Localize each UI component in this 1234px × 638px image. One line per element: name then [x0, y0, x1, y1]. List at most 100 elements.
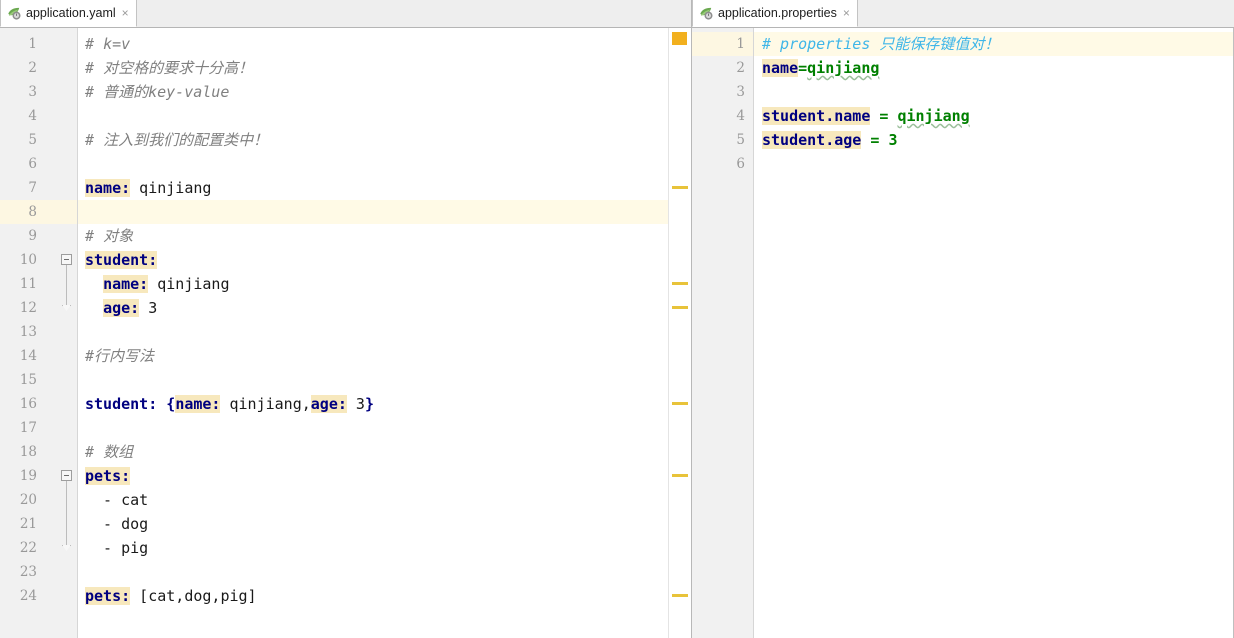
code-token-key: name: [103, 275, 149, 293]
line-number: 8 [28, 204, 37, 220]
code-line[interactable]: name=qinjiang [754, 56, 879, 80]
code-token-val [85, 275, 103, 293]
fold-end-icon[interactable] [62, 305, 71, 311]
code-token-comment: # [85, 227, 104, 245]
code-content-properties[interactable]: # properties 只能保存键值对！ name=qinjiang studen… [754, 28, 1234, 638]
tabbar-empty-space [857, 0, 1234, 27]
line-number: 1 [736, 36, 745, 52]
code-line[interactable] [78, 320, 85, 344]
code-line[interactable]: # 数组 [78, 440, 133, 464]
code-token-key: pets: [85, 587, 131, 605]
tab-application-yaml[interactable]: application.yaml × [0, 0, 137, 27]
code-token-comment: # [85, 35, 104, 53]
code-token-comment: # [85, 347, 95, 365]
code-line[interactable] [78, 104, 85, 128]
line-number: 2 [736, 60, 745, 76]
code-token-key: student: [85, 251, 158, 269]
code-line[interactable]: pets: [78, 464, 131, 488]
code-line[interactable]: student.age = 3 [754, 128, 897, 152]
code-editor-properties[interactable]: 123456 # properties 只能保存键值对！ name=qinjian… [692, 28, 1234, 638]
line-number: 14 [19, 348, 37, 364]
line-number: 13 [19, 324, 37, 340]
code-line[interactable]: - pig [78, 536, 148, 560]
code-token-green: = [870, 107, 898, 125]
code-line[interactable]: pets: [cat,dog,pig] [78, 584, 257, 608]
code-line[interactable]: # 注入到我们的配置类中！ [78, 128, 268, 152]
code-line[interactable]: age: 3 [78, 296, 157, 320]
code-line[interactable] [78, 200, 85, 224]
code-line[interactable]: student.name = qinjiang [754, 104, 970, 128]
line-number: 22 [19, 540, 37, 556]
code-token-val: qinjiang [148, 275, 230, 293]
code-line[interactable]: # k=v [78, 32, 130, 56]
code-token-key: name: [175, 395, 221, 413]
code-token-val: 3 [139, 299, 158, 317]
line-number: 4 [28, 108, 37, 124]
code-line[interactable] [78, 152, 85, 176]
code-token-green-u: qinjiang [897, 107, 970, 125]
code-line[interactable] [78, 368, 85, 392]
code-line[interactable]: #行内写法 [78, 344, 154, 368]
line-number: 6 [28, 156, 37, 172]
code-line[interactable]: # properties 只能保存键值对！ [754, 32, 999, 56]
line-number: 21 [19, 516, 37, 532]
code-token-green: = [798, 59, 808, 77]
close-icon[interactable]: × [120, 7, 129, 19]
code-line[interactable]: student: {name: qinjiang,age: 3} [78, 392, 374, 416]
code-line[interactable]: # 普通的key-value [78, 80, 229, 104]
code-content-yaml[interactable]: # k=v # 对空格的要求十分高！ # 普通的key-value # 注入到我们的配… [78, 28, 691, 638]
code-token-comment-p-cjk: 只能保存键值对！ [879, 35, 1000, 53]
code-token-comment: # [85, 131, 104, 149]
fold-connector-line [66, 261, 67, 310]
line-number: 17 [19, 420, 37, 436]
code-token-key-nb: student: [85, 395, 158, 413]
tabbar-left: application.yaml × [0, 0, 691, 28]
spring-leaf-icon [698, 5, 714, 21]
code-editor-yaml[interactable]: 1 2 3 4 5 6 7 8 9 10 11 12 13 14 15 16 17 18 19 20 21 22 23 24 … [0, 28, 691, 638]
line-number: 23 [19, 564, 37, 580]
code-line[interactable] [754, 80, 762, 104]
fold-collapse-icon[interactable] [61, 254, 72, 265]
code-token-val: [cat,dog,pig] [130, 587, 257, 605]
fold-collapse-icon[interactable] [61, 470, 72, 481]
code-line[interactable]: student: [78, 248, 158, 272]
code-token-comment-cjk: 对空格的要求十分高！ [103, 59, 254, 77]
code-token-val: - dog [85, 515, 149, 533]
code-line[interactable]: name: qinjiang [78, 176, 211, 200]
line-number: 16 [19, 396, 37, 412]
code-line[interactable] [754, 152, 762, 176]
line-number-gutter-right[interactable]: 1 2 3 4 5 6 [692, 28, 754, 638]
code-token-val [85, 299, 103, 317]
code-token-green-u: qinjiang [807, 59, 880, 77]
code-token-green: = [861, 131, 889, 149]
code-line[interactable]: # 对空格的要求十分高！ [78, 56, 253, 80]
line-number: 19 [19, 468, 37, 484]
line-number: 4 [736, 108, 745, 124]
close-icon[interactable]: × [841, 7, 850, 19]
code-token-val: 3 [346, 395, 365, 413]
tab-application-properties[interactable]: application.properties × [692, 0, 858, 27]
line-number: 3 [28, 84, 37, 100]
tabbar-empty-space [136, 0, 691, 27]
code-token-val: - pig [85, 539, 149, 557]
line-number-gutter-left[interactable]: 1 2 3 4 5 6 7 8 9 10 11 12 13 14 15 16 17 18 19 20 21 22 23 24 [0, 28, 78, 638]
tab-label: application.yaml [26, 5, 116, 20]
code-token-comment-cjk: 注入到我们的配置类中！ [103, 131, 269, 149]
code-line[interactable]: # 对象 [78, 224, 133, 248]
code-line[interactable]: - dog [78, 512, 148, 536]
code-token-val: qinjiang [130, 179, 212, 197]
line-number: 1 [28, 36, 37, 52]
current-line-gutter-highlight [0, 200, 77, 224]
editor-pane-properties: application.properties × 1 2 3 4 5 6 # proper… [692, 0, 1234, 638]
code-line[interactable] [78, 560, 85, 584]
line-number: 24 [19, 588, 37, 604]
fold-end-icon[interactable] [62, 545, 71, 551]
code-line[interactable]: name: qinjiang [78, 272, 230, 296]
code-token-comment: k=v [103, 35, 131, 53]
code-line[interactable]: - cat [78, 488, 148, 512]
code-token-comment: key-value [148, 83, 230, 101]
code-line[interactable] [78, 416, 85, 440]
code-token-comment: # [85, 59, 104, 77]
code-token-comment-cjk: 对象 [103, 227, 134, 245]
code-token-comment-cjk: 普通的 [103, 83, 149, 101]
